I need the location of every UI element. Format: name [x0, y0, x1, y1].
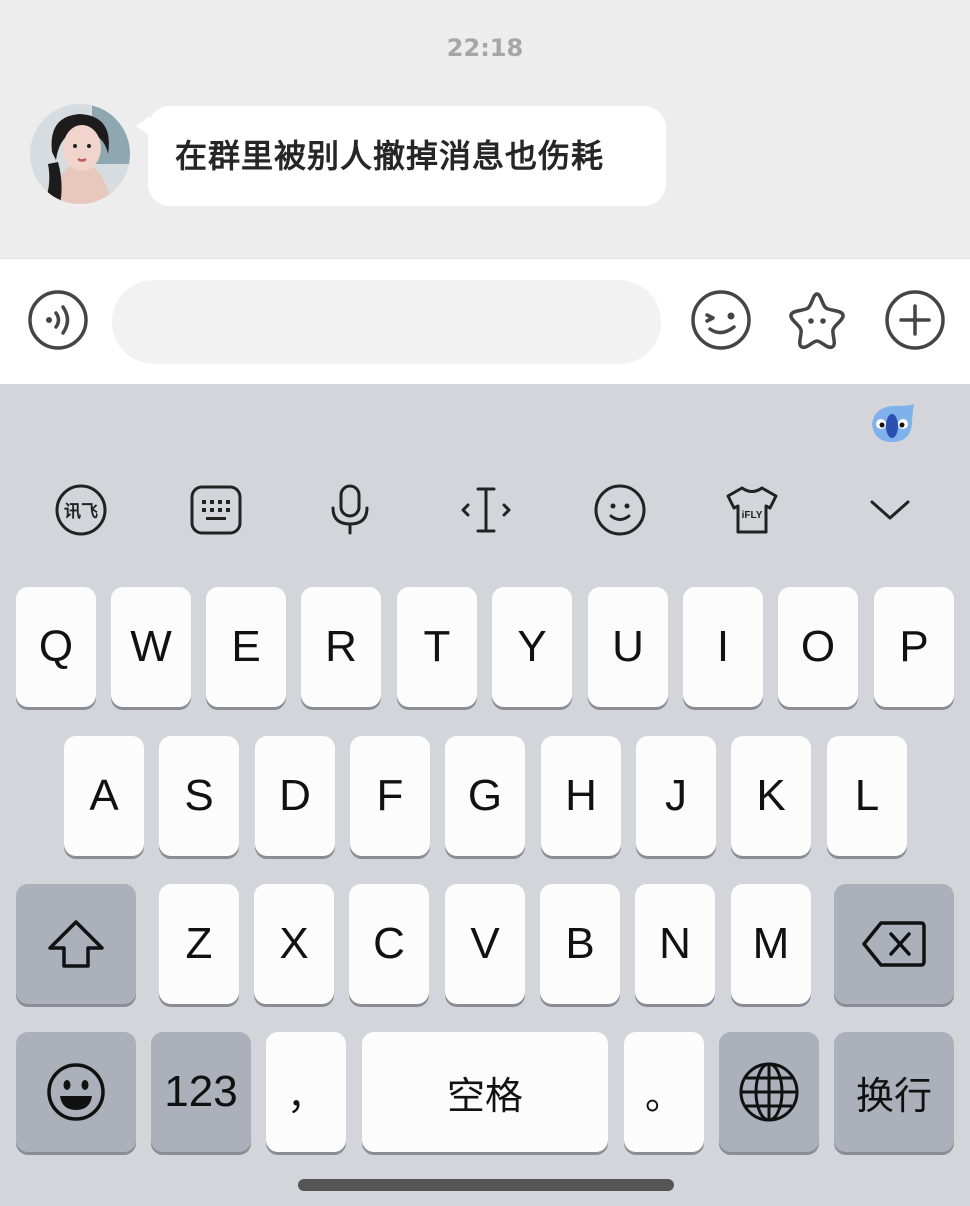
message-bubble[interactable]: 在群里被别人撤掉消息也伤耗 [148, 106, 666, 206]
key-x[interactable]: X [254, 884, 334, 1004]
key-b[interactable]: B [540, 884, 620, 1004]
comma-key[interactable]: ， [266, 1032, 346, 1152]
emoji-key-icon [47, 1063, 105, 1121]
key-v[interactable]: V [445, 884, 525, 1004]
key-j[interactable]: J [636, 736, 716, 856]
period-key[interactable]: 。 [624, 1032, 704, 1152]
key-e[interactable]: E [206, 587, 286, 707]
voice-input-icon[interactable] [27, 289, 89, 351]
key-h[interactable]: H [541, 736, 621, 856]
key-y[interactable]: Y [492, 587, 572, 707]
globe-icon [739, 1062, 799, 1122]
message-input[interactable] [112, 280, 661, 364]
key-d[interactable]: D [255, 736, 335, 856]
microphone-icon[interactable] [322, 482, 378, 538]
assistant-logo-icon[interactable] [868, 402, 916, 446]
key-w[interactable]: W [111, 587, 191, 707]
add-icon[interactable] [884, 289, 946, 351]
key-k[interactable]: K [731, 736, 811, 856]
globe-key[interactable] [719, 1032, 819, 1152]
key-m[interactable]: M [731, 884, 811, 1004]
key-a[interactable]: A [64, 736, 144, 856]
skin-theme-icon[interactable]: iFLY [724, 482, 780, 538]
home-indicator[interactable] [298, 1179, 674, 1191]
key-g[interactable]: G [445, 736, 525, 856]
chat-area: 22:18 在群里被别人撤掉消息也伤耗 [0, 0, 970, 258]
key-n[interactable]: N [635, 884, 715, 1004]
key-p[interactable]: P [874, 587, 954, 707]
ifly-brand-icon[interactable]: 讯飞 [53, 482, 109, 538]
key-l[interactable]: L [827, 736, 907, 856]
emoji-face-icon[interactable] [592, 482, 648, 538]
backspace-key[interactable] [834, 884, 954, 1004]
backspace-icon [862, 921, 926, 967]
return-key[interactable]: 换行 [834, 1032, 954, 1152]
key-f[interactable]: F [350, 736, 430, 856]
shift-key[interactable] [16, 884, 136, 1004]
key-q[interactable]: Q [16, 587, 96, 707]
sticker-star-icon[interactable] [786, 289, 848, 351]
key-z[interactable]: Z [159, 884, 239, 1004]
avatar[interactable] [30, 104, 130, 204]
keyboard-switch-icon[interactable] [188, 482, 244, 538]
ifly-brand-label: 讯飞 [64, 502, 98, 522]
emoji-keyboard-key[interactable] [16, 1032, 136, 1152]
key-r[interactable]: R [301, 587, 381, 707]
key-c[interactable]: C [349, 884, 429, 1004]
input-bar [0, 258, 970, 384]
shift-icon [48, 920, 104, 968]
key-u[interactable]: U [588, 587, 668, 707]
key-t[interactable]: T [397, 587, 477, 707]
keyboard: 讯飞 iFLY Q W E R T Y U I O P A S D F G H … [0, 384, 970, 1206]
skin-theme-label: iFLY [742, 510, 763, 521]
key-i[interactable]: I [683, 587, 763, 707]
key-o[interactable]: O [778, 587, 858, 707]
space-key[interactable]: 空格 [362, 1032, 608, 1152]
numbers-key[interactable]: 123 [151, 1032, 251, 1152]
message-timestamp: 22:18 [446, 34, 524, 62]
key-s[interactable]: S [159, 736, 239, 856]
cursor-move-icon[interactable] [458, 482, 514, 538]
emoji-icon[interactable] [690, 289, 752, 351]
collapse-chevron-icon[interactable] [862, 482, 918, 538]
